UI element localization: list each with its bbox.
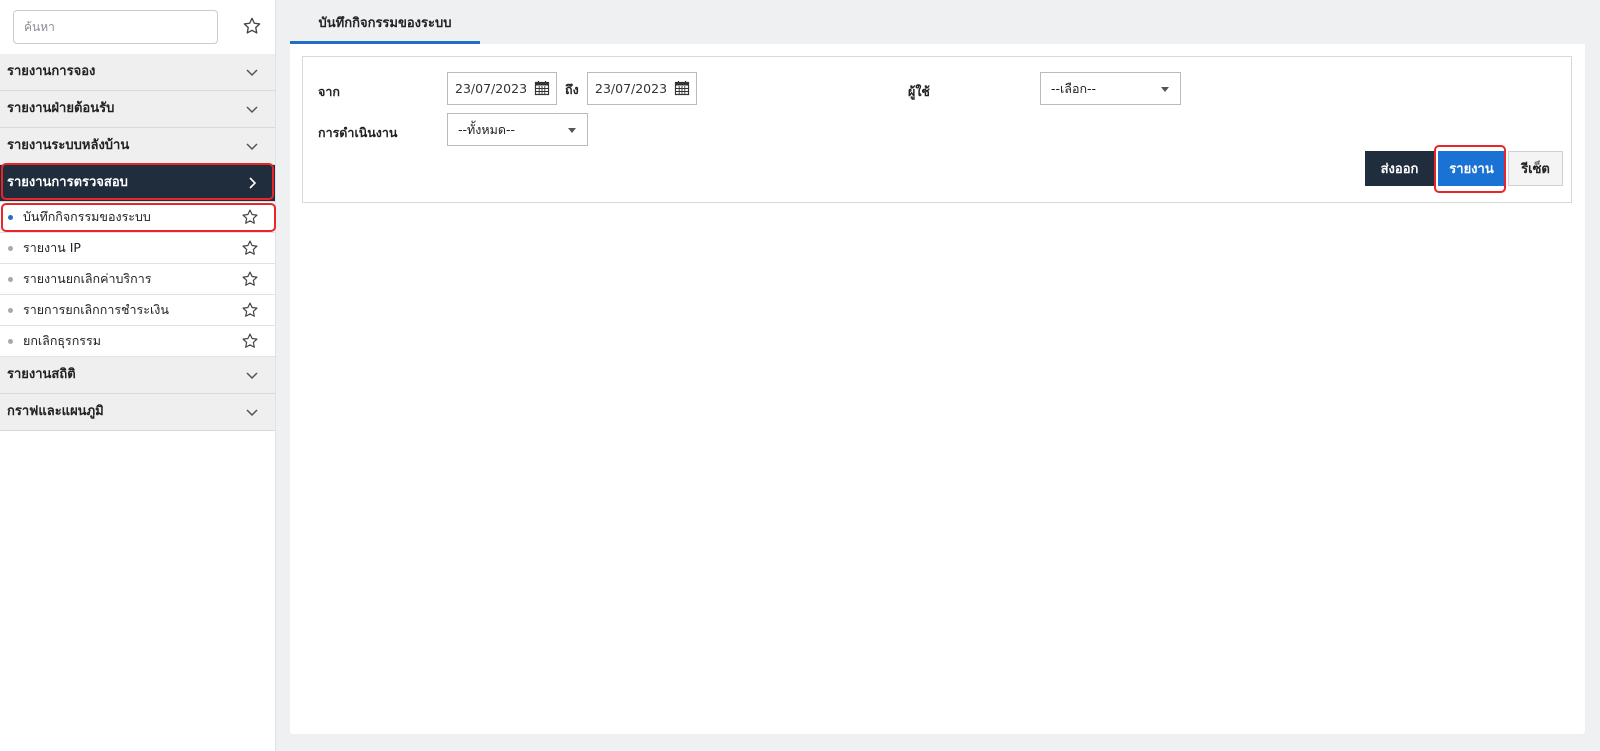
reset-button[interactable]: รีเซ็ต xyxy=(1508,151,1563,186)
sidebar-group-label: รายงานฝ่ายต้อนรับ xyxy=(7,101,115,116)
sidebar-item-ip-report[interactable]: รายงาน IP xyxy=(0,233,275,264)
star-icon[interactable] xyxy=(241,208,259,226)
to-date-value: 23/07/2023 xyxy=(595,81,668,96)
sidebar-item-cancel-payment-list[interactable]: รายการยกเลิกการชำระเงิน xyxy=(0,295,275,326)
calendar-icon[interactable] xyxy=(534,80,550,96)
sidebar-group-booking-report[interactable]: รายงานการจอง xyxy=(0,54,275,91)
sidebar-search-row xyxy=(0,0,275,54)
sidebar-item-label: รายการยกเลิกการชำระเงิน xyxy=(23,302,169,317)
sidebar-group-label: รายงานระบบหลังบ้าน xyxy=(7,138,130,153)
chevron-down-icon xyxy=(246,69,258,77)
sidebar-item-cancel-charge-report[interactable]: รายงานยกเลิกค่าบริการ xyxy=(0,264,275,295)
sidebar-item-label: ยกเลิกธุรกรรม xyxy=(23,333,101,348)
sidebar-item-label: รายงาน IP xyxy=(23,240,81,255)
from-date-field[interactable]: 23/07/2023 xyxy=(447,72,557,105)
chevron-down-icon xyxy=(246,409,258,417)
bullet-icon xyxy=(8,246,13,251)
tab-bar: บันทึกกิจกรรมของระบบ xyxy=(290,8,1585,44)
search-input[interactable] xyxy=(13,10,218,44)
from-date-value: 23/07/2023 xyxy=(455,81,528,96)
sidebar-group-statistics-report[interactable]: รายงานสถิติ xyxy=(0,357,275,394)
chevron-down-icon xyxy=(246,106,258,114)
sidebar-item-label: บันทึกกิจกรรมของระบบ xyxy=(23,209,151,224)
chevron-right-icon xyxy=(249,177,257,189)
tab-system-activity-log[interactable]: บันทึกกิจกรรมของระบบ xyxy=(290,8,480,44)
star-icon[interactable] xyxy=(241,270,259,288)
user-label: ผู้ใช้ xyxy=(908,84,930,99)
favorites-star-icon[interactable] xyxy=(242,16,262,36)
chevron-down-icon xyxy=(246,372,258,380)
bullet-icon xyxy=(8,339,13,344)
caret-down-icon xyxy=(568,128,576,133)
sidebar-item-cancel-transaction[interactable]: ยกเลิกธุรกรรม xyxy=(0,326,275,357)
operation-select-value: --ทั้งหมด-- xyxy=(458,122,515,137)
to-date-field[interactable]: 23/07/2023 xyxy=(587,72,697,105)
report-button[interactable]: รายงาน xyxy=(1438,151,1505,186)
bullet-icon xyxy=(8,215,13,220)
bullet-icon xyxy=(8,277,13,282)
bullet-icon xyxy=(8,308,13,313)
sidebar-group-label: รายงานการจอง xyxy=(7,64,96,79)
main-content: บันทึกกิจกรรมของระบบ จาก 23/07/2023 ถึง … xyxy=(290,8,1585,734)
sidebar-item-system-activity-log[interactable]: บันทึกกิจกรรมของระบบ xyxy=(0,202,275,233)
sidebar-group-label: รายงานสถิติ xyxy=(7,367,76,382)
calendar-icon[interactable] xyxy=(674,80,690,96)
star-icon[interactable] xyxy=(241,239,259,257)
operation-label: การดำเนินงาน xyxy=(318,125,398,140)
sidebar-group-audit-report[interactable]: รายงานการตรวจสอบ xyxy=(0,165,275,202)
user-select-value: --เลือก-- xyxy=(1051,81,1097,96)
export-button[interactable]: ส่งออก xyxy=(1365,151,1434,186)
user-select[interactable]: --เลือก-- xyxy=(1040,72,1181,105)
sidebar-item-label: รายงานยกเลิกค่าบริการ xyxy=(23,271,152,286)
sidebar-group-front-desk-report[interactable]: รายงานฝ่ายต้อนรับ xyxy=(0,91,275,128)
sidebar-group-label: กราฟและแผนภูมิ xyxy=(7,404,104,419)
sidebar: รายงานการจอง รายงานฝ่ายต้อนรับ รายงานระบ… xyxy=(0,0,276,751)
filter-panel: จาก 23/07/2023 ถึง 23/07/2023 ผู้ใช้ --เ… xyxy=(302,56,1572,203)
chevron-down-icon xyxy=(246,143,258,151)
sidebar-group-label: รายงานการตรวจสอบ xyxy=(7,175,128,190)
from-label: จาก xyxy=(318,84,340,99)
sidebar-group-graphs-charts[interactable]: กราฟและแผนภูมิ xyxy=(0,394,275,431)
sidebar-group-back-office-report[interactable]: รายงานระบบหลังบ้าน xyxy=(0,128,275,165)
operation-select[interactable]: --ทั้งหมด-- xyxy=(447,113,588,146)
to-label: ถึง xyxy=(565,82,579,97)
star-icon[interactable] xyxy=(241,301,259,319)
caret-down-icon xyxy=(1161,87,1169,92)
star-icon[interactable] xyxy=(241,332,259,350)
